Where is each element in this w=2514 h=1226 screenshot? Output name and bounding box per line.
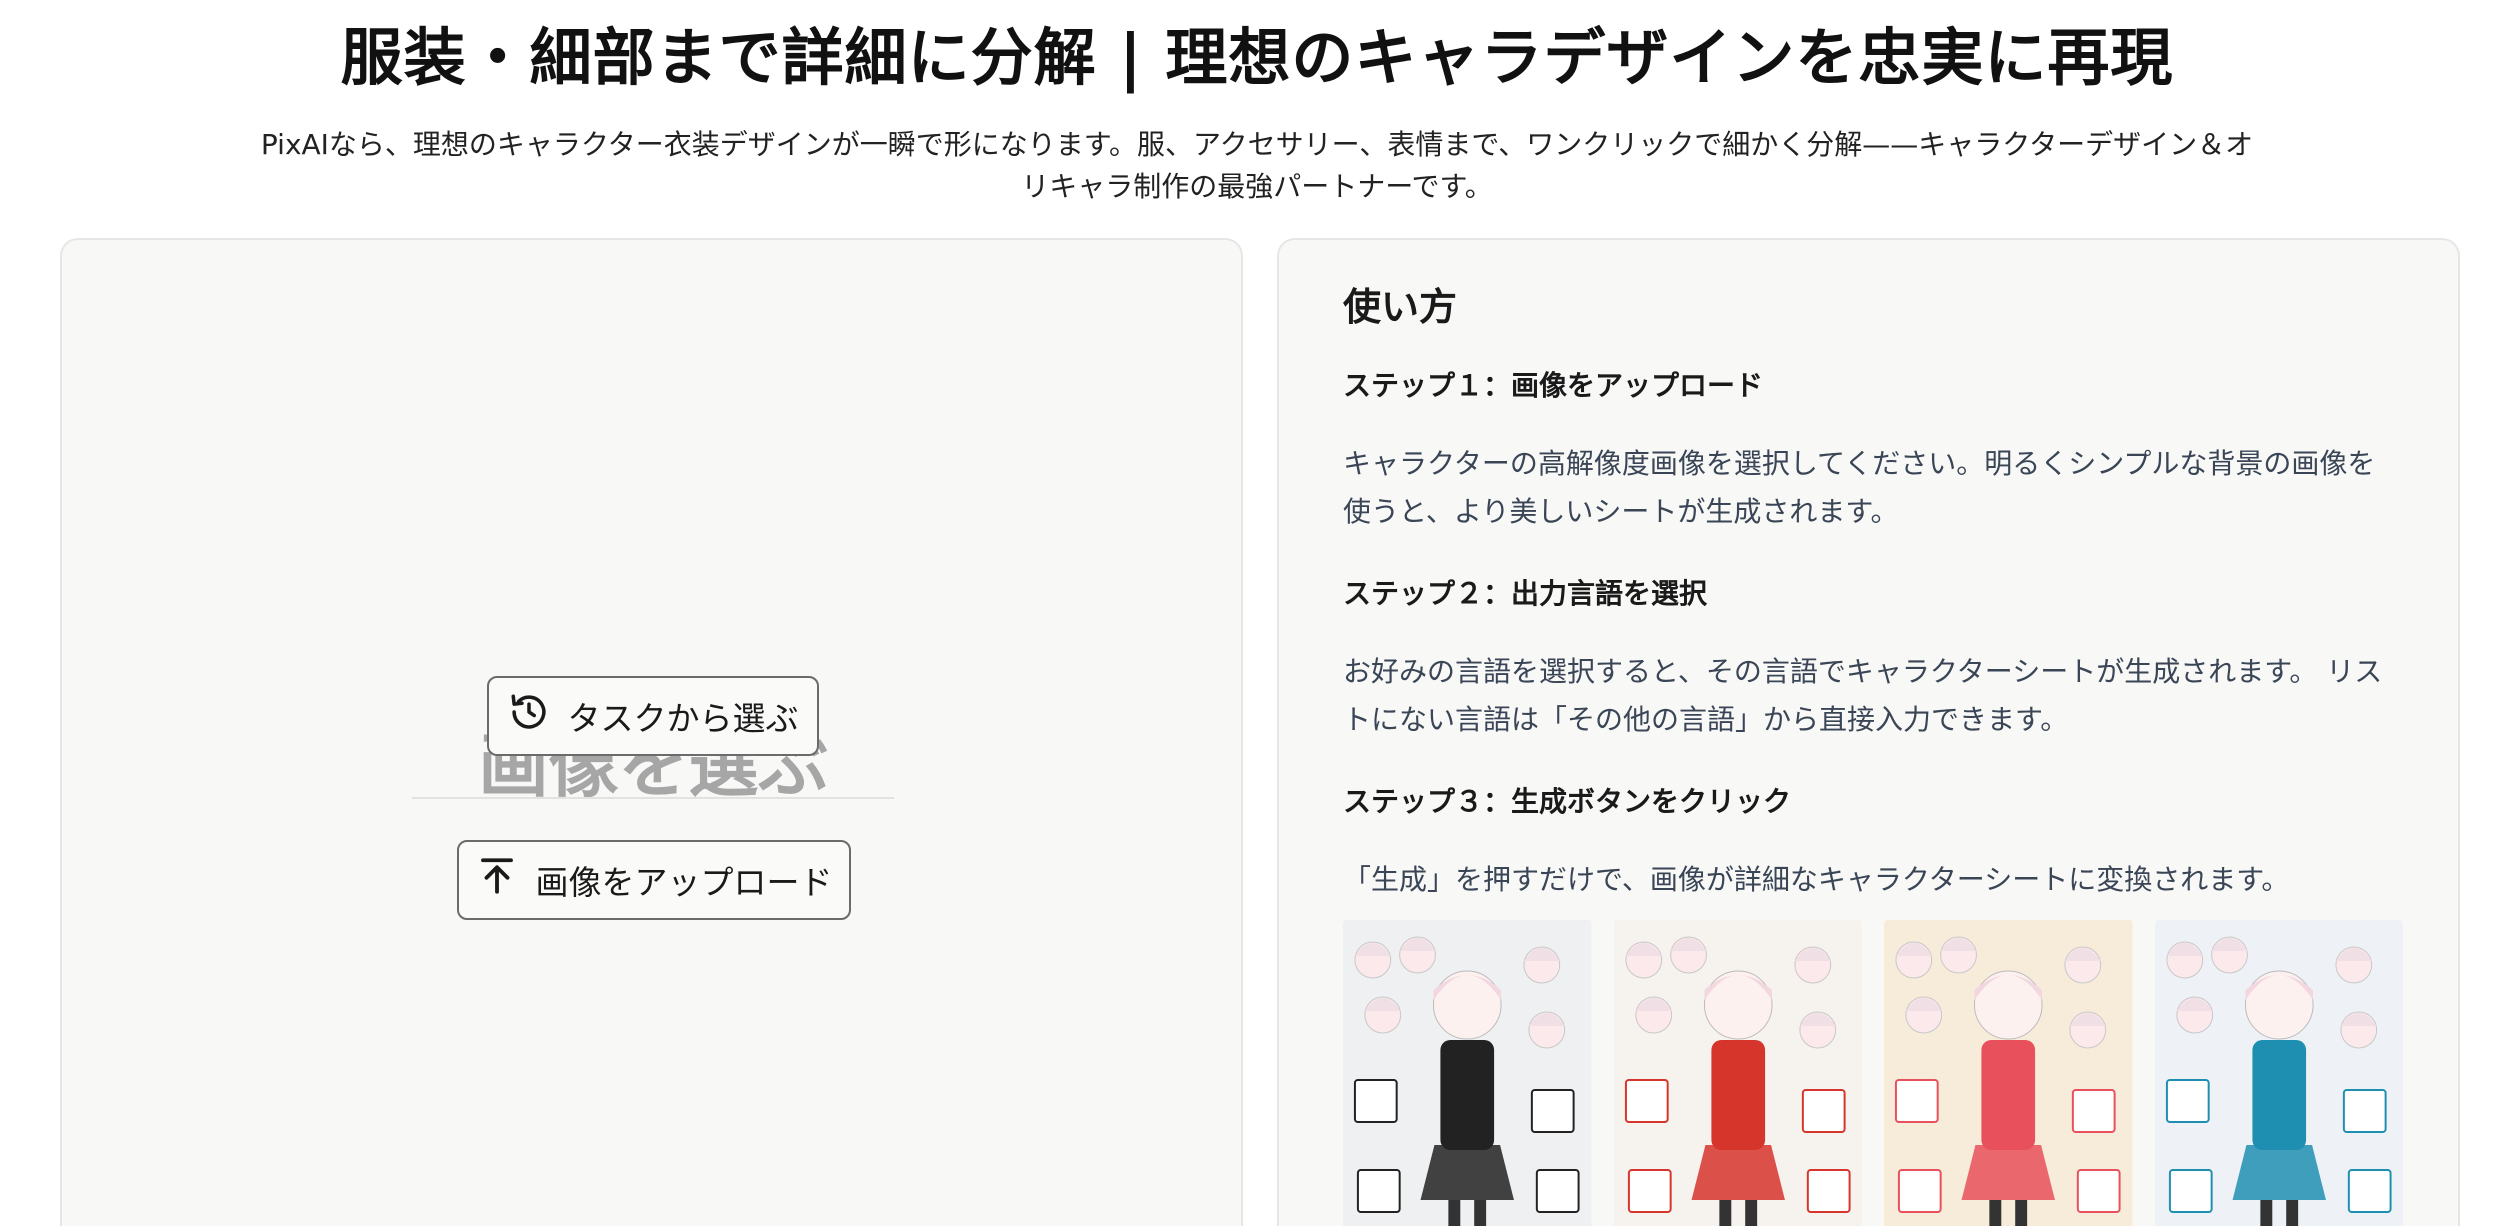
step-2-text: お好みの言語を選択すると、その言語でキャラクターシートが生成されます。 リストに…: [1343, 655, 2383, 736]
step-1-text: キャラクターの高解像度画像を選択してください。明るくシンプルな背景の画像を使うと…: [1343, 447, 2376, 528]
howto-title: 使い方: [1343, 285, 1458, 329]
example-sheet-image: [1613, 920, 1862, 1226]
step-1-heading: ステップ１：画像をアップロード: [1343, 369, 1764, 402]
page-title: 服装・細部まで詳細に分解 | 理想のキャラデザインを忠実に再現: [340, 21, 2174, 94]
page-subtitle: PixAIなら、理想のキャラクター衣装デザインが一瞬で形になります。服、アクセサ…: [260, 128, 2254, 203]
howto-panel: 使い方 ステップ１：画像をアップロード キャラクターの高解像度画像を選択してくだ…: [1277, 238, 2460, 1226]
page: 服装・細部まで詳細に分解 | 理想のキャラデザインを忠実に再現 PixAIなら、…: [0, 0, 2514, 1226]
example-sheet-image: [1343, 920, 1592, 1226]
choose-from-task-button[interactable]: タスクから選ぶ: [487, 676, 819, 756]
step-3-heading: ステップ３：生成ボタンをクリック: [1343, 785, 1792, 818]
history-icon: [508, 691, 550, 741]
example-gallery: [1343, 920, 2403, 1226]
step-2-heading: ステップ２：出力言語を選択: [1343, 577, 1708, 610]
example-sheet-image: [2154, 920, 2403, 1226]
choose-from-task-label: タスクから選ぶ: [567, 699, 799, 738]
upload-image-label: 画像をアップロード: [535, 863, 833, 902]
divider: [412, 797, 894, 799]
example-sheet-image: [1884, 920, 2133, 1226]
upload-arrow-icon: [476, 855, 518, 905]
upload-image-button[interactable]: 画像をアップロード: [457, 840, 851, 920]
upload-panel[interactable]: 画像を選ぶ タスクから選ぶ 画像をアップロード: [60, 238, 1243, 1226]
step-3-text: 「生成」を押すだけで、画像が詳細なキャラクターシートに変換されます。: [1343, 863, 2290, 896]
